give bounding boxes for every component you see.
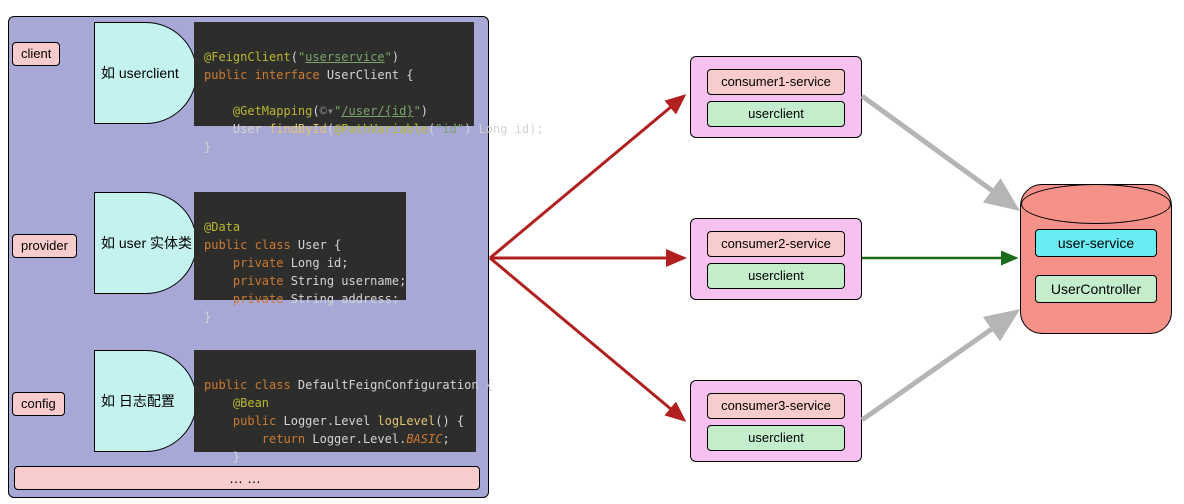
consumer-3-service: consumer3-service (707, 393, 845, 419)
ellipsis-bar: …… (14, 466, 480, 490)
dshape-client: 如 userclient (94, 22, 197, 124)
code-feign: @FeignClient("userservice") public inter… (194, 22, 474, 126)
consumer-2-service: consumer2-service (707, 231, 845, 257)
consumer-1-service: consumer1-service (707, 69, 845, 95)
db-ctrl: UserController (1035, 275, 1157, 303)
diagram-canvas: client provider config 如 userclient 如 us… (0, 0, 1184, 504)
tag-client: client (12, 42, 60, 66)
tag-provider: provider (12, 234, 77, 258)
user-service-db: user-service UserController (1020, 184, 1172, 334)
db-title: user-service (1035, 229, 1157, 257)
dshape-config: 如 日志配置 (94, 350, 197, 452)
consumer-1-dep: userclient (707, 101, 845, 127)
dshape-provider: 如 user 实体类 (94, 192, 197, 294)
consumer-1: consumer1-service userclient (690, 56, 862, 138)
code-config: public class DefaultFeignConfiguration {… (194, 350, 476, 452)
db-lid (1021, 184, 1171, 224)
consumer-2-dep: userclient (707, 263, 845, 289)
code-entity: @Data public class User { private Long i… (194, 192, 406, 300)
consumer-2: consumer2-service userclient (690, 218, 862, 300)
tag-config: config (12, 392, 65, 416)
consumer-3-dep: userclient (707, 425, 845, 451)
consumer-3: consumer3-service userclient (690, 380, 862, 462)
